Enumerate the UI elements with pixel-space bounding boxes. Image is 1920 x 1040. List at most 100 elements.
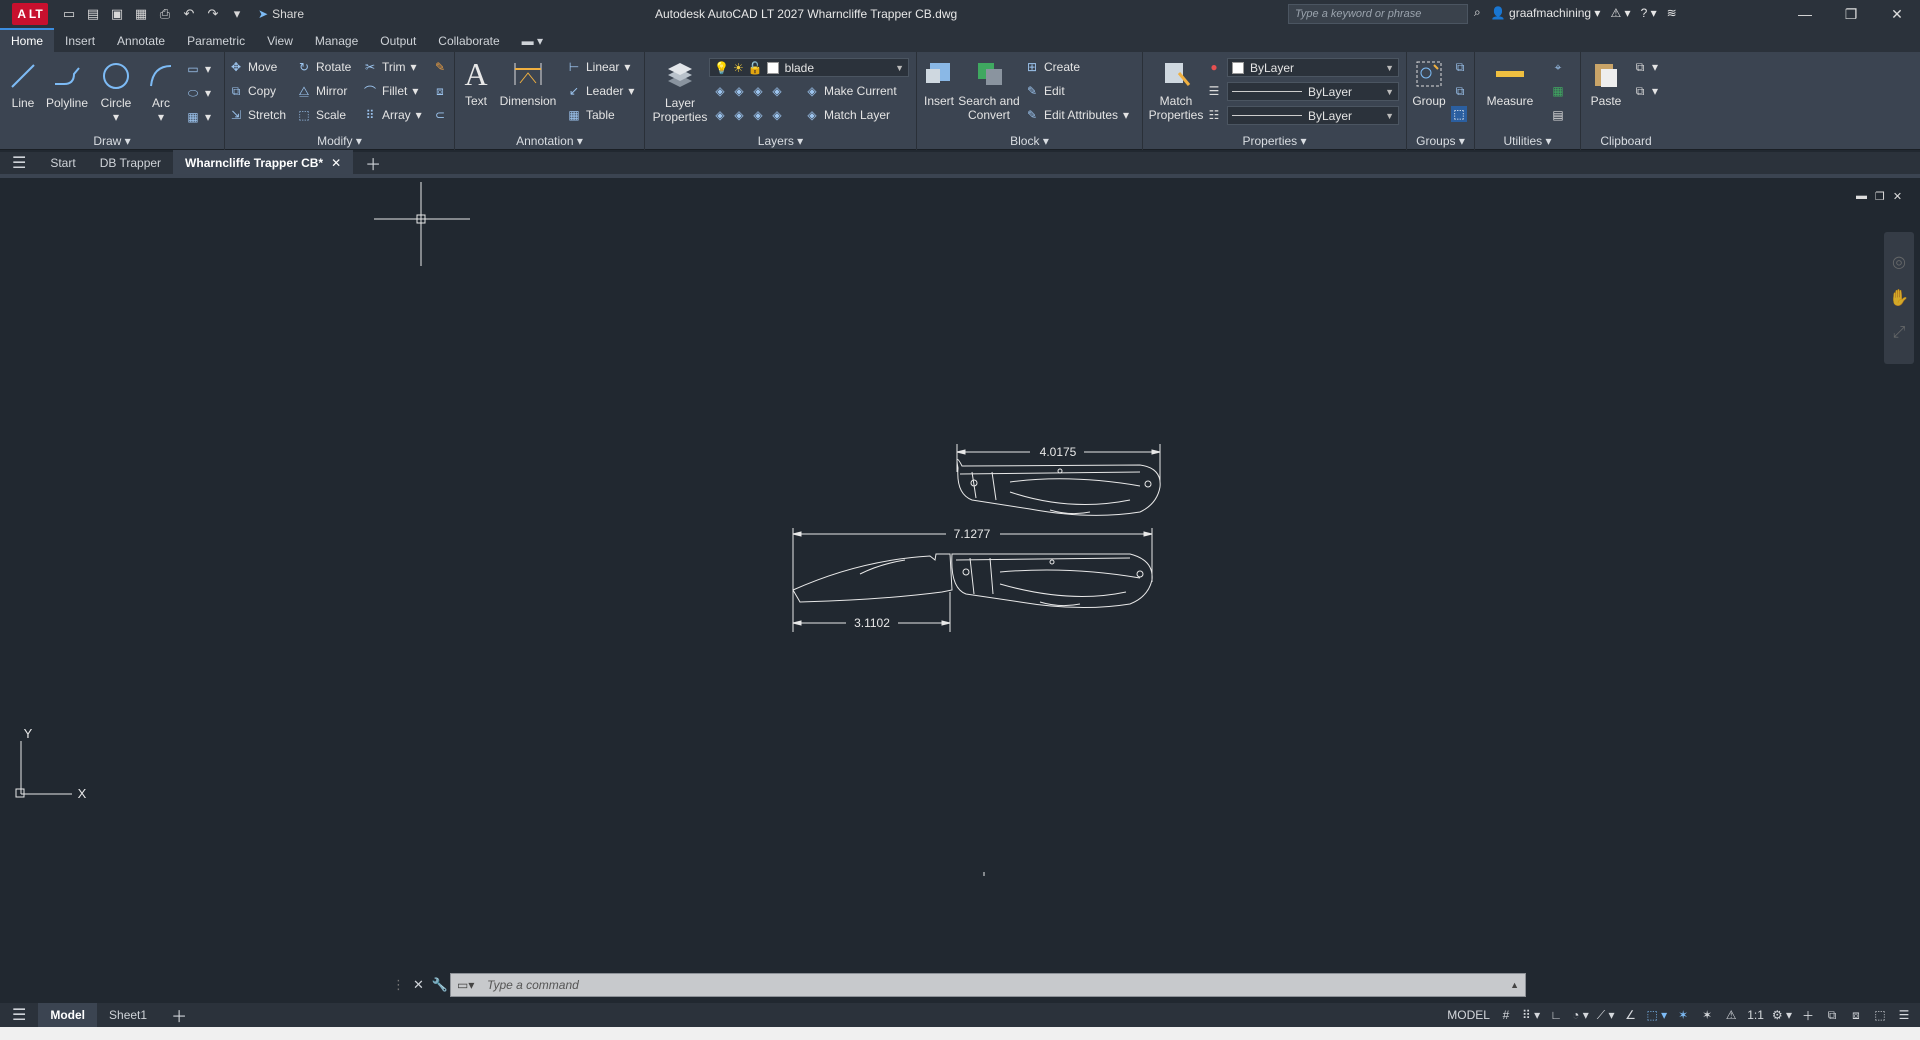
restore-icon[interactable]: ❐ — [1828, 0, 1874, 28]
hatch-tool[interactable]: ⬭ ▾ — [186, 86, 211, 101]
lineweight-dropdown[interactable]: ByLayer ▼ — [1227, 82, 1399, 101]
group-button[interactable]: Group — [1409, 58, 1449, 108]
layer-properties-button[interactable]: Layer Properties — [651, 60, 709, 124]
rotate-button[interactable]: ↻ Rotate — [297, 60, 351, 74]
table-button[interactable]: ▦ Table — [567, 108, 614, 122]
stay-connected-icon[interactable]: ≋ — [1667, 6, 1677, 20]
auto-scale-icon[interactable]: ✶ — [1699, 1006, 1715, 1024]
id-point-icon[interactable]: ⌖ — [1551, 60, 1565, 74]
snap-icon[interactable]: ⠿ ▾ — [1522, 1006, 1540, 1024]
viewport-restore-icon[interactable]: ❐ — [1875, 190, 1885, 203]
measure-button[interactable]: Measure — [1477, 58, 1543, 108]
layout-menu-icon[interactable]: ☰ — [0, 1003, 38, 1027]
copy-clip-icon[interactable]: ⧉ ▾ — [1633, 84, 1658, 99]
group-edit-icon[interactable]: ⧉ — [1453, 84, 1467, 98]
linear-dim-button[interactable]: ⊢ Linear ▾ — [567, 60, 631, 74]
scale-button[interactable]: ⬚ Scale — [297, 108, 346, 122]
group-select-icon[interactable]: ⬚ — [1451, 106, 1467, 122]
help-search-input[interactable]: Type a keyword or phrase — [1288, 4, 1468, 24]
new-file-icon[interactable]: ▭ — [60, 5, 78, 23]
ribbon-minimize-icon[interactable]: ▬ ▾ — [511, 30, 554, 52]
rectangle-tool[interactable]: ▭ ▾ — [186, 62, 211, 76]
layout-tab-model[interactable]: Model — [38, 1003, 98, 1027]
new-layout-button[interactable]: ＋ — [159, 1003, 199, 1027]
erase-button[interactable]: ✎ — [433, 60, 447, 74]
text-button[interactable]: A Text — [461, 58, 491, 108]
annotation-scale-icon[interactable]: ⚠ — [1723, 1006, 1739, 1024]
command-prompt-icon[interactable]: ▭▾ — [457, 978, 474, 992]
command-history-icon[interactable]: ▲ — [1510, 980, 1519, 990]
arc-button[interactable]: Arc ▾ — [144, 60, 178, 124]
application-menu-button[interactable]: A LT — [12, 3, 48, 25]
steering-wheel-icon[interactable]: ◎ — [1884, 252, 1914, 272]
dimension-button[interactable]: Dimension — [497, 58, 559, 108]
tab-manage[interactable]: Manage — [304, 30, 369, 52]
tab-parametric[interactable]: Parametric — [176, 30, 256, 52]
stretch-button[interactable]: ⇲ Stretch — [229, 108, 286, 122]
tab-home[interactable]: Home — [0, 28, 55, 52]
insert-block-button[interactable]: Insert — [921, 58, 957, 108]
fillet-button[interactable]: ⌒ Fillet ▾ — [363, 84, 418, 99]
zoom-extents-icon[interactable]: ⤢ — [1884, 324, 1914, 342]
linetype-icon[interactable]: ☷ — [1207, 108, 1221, 122]
save-icon[interactable]: ▣ — [108, 5, 126, 23]
viewport-minimize-icon[interactable]: ▬ — [1856, 190, 1867, 203]
layer-tools-row-2[interactable]: ◈ ◈ ◈ ◈ — [713, 108, 784, 122]
move-button[interactable]: ✥ Move — [229, 60, 277, 74]
match-layer-button[interactable]: ◈ Match Layer — [805, 108, 890, 122]
polyline-button[interactable]: Polyline — [42, 60, 92, 110]
layout-tab-sheet1[interactable]: Sheet1 — [97, 1003, 159, 1027]
command-grip-icon[interactable]: ⋮ — [392, 977, 405, 993]
new-tab-button[interactable]: ＋ — [353, 150, 393, 176]
make-current-button[interactable]: ◈ Make Current — [805, 84, 896, 98]
object-snap-icon[interactable]: ⬚ ▾ — [1646, 1006, 1667, 1024]
search-convert-button[interactable]: Search and Convert — [957, 58, 1021, 122]
color-dropdown[interactable]: ByLayer ▼ — [1227, 58, 1399, 77]
units-icon[interactable]: ⧉ — [1824, 1006, 1840, 1024]
help-icon[interactable]: ? ▾ — [1641, 6, 1657, 20]
lineweight-icon[interactable]: ☰ — [1207, 84, 1221, 98]
color-wheel-icon[interactable]: ● — [1207, 60, 1221, 74]
panel-title-layers[interactable]: Layers ▾ — [645, 134, 916, 148]
ortho-icon[interactable]: ∟ — [1548, 1006, 1564, 1024]
panel-title-draw[interactable]: Draw ▾ — [0, 134, 224, 148]
command-close-icon[interactable]: ✕ — [413, 977, 424, 993]
panel-title-properties[interactable]: Properties ▾ — [1143, 134, 1406, 148]
panel-title-annotation[interactable]: Annotation ▾ — [455, 134, 644, 148]
paste-button[interactable]: Paste — [1585, 58, 1627, 108]
doc-tab-db-trapper[interactable]: DB Trapper — [88, 150, 173, 176]
start-menu-icon[interactable]: ☰ — [0, 150, 38, 176]
trim-button[interactable]: ✂ Trim ▾ — [363, 60, 417, 74]
create-block-button[interactable]: ⊞ Create — [1025, 60, 1080, 74]
panel-title-utilities[interactable]: Utilities ▾ — [1475, 134, 1580, 148]
search-icon[interactable]: ⌕ — [1474, 5, 1481, 20]
line-button[interactable]: Line — [6, 60, 40, 110]
customization-icon[interactable]: ☰ — [1896, 1006, 1912, 1024]
undo-icon[interactable]: ↶ — [180, 5, 198, 23]
isolate-objects-icon[interactable]: ⧈ — [1848, 1006, 1864, 1024]
circle-button[interactable]: Circle ▾ — [96, 60, 136, 124]
print-icon[interactable]: ⎙ — [156, 5, 174, 23]
close-tab-icon[interactable]: ✕ — [331, 156, 341, 170]
doc-tab-start[interactable]: Start — [38, 150, 87, 176]
open-folder-icon[interactable]: ▤ — [84, 5, 102, 23]
copy-button[interactable]: ⧉ Copy — [229, 84, 276, 99]
match-properties-button[interactable]: Match Properties — [1147, 58, 1205, 122]
command-input[interactable]: ▭▾ Type a command ▲ — [450, 973, 1526, 997]
viewport-close-icon[interactable]: ✕ — [1893, 190, 1902, 203]
tab-insert[interactable]: Insert — [54, 30, 106, 52]
qat-dropdown-icon[interactable]: ▾ — [228, 5, 246, 23]
edit-attributes-button[interactable]: ✎ Edit Attributes ▾ — [1025, 108, 1129, 122]
minimize-icon[interactable]: — — [1782, 0, 1828, 28]
annotation-visibility-icon[interactable]: ✶ — [1675, 1006, 1691, 1024]
leader-button[interactable]: ↙ Leader ▾ — [567, 84, 634, 98]
object-snap-tracking-icon[interactable]: ∠ — [1622, 1006, 1638, 1024]
save-as-icon[interactable]: ▦ — [132, 5, 150, 23]
tab-annotate[interactable]: Annotate — [106, 30, 176, 52]
mirror-button[interactable]: ⧋ Mirror — [297, 84, 348, 99]
ungroup-icon[interactable]: ⧉ — [1453, 60, 1467, 74]
calculator-icon[interactable]: ▤ — [1551, 108, 1565, 122]
isodraft-icon[interactable]: ⟋ ▾ — [1597, 1006, 1615, 1024]
layer-dropdown[interactable]: 💡 ☀ 🔓 blade ▼ — [709, 58, 909, 77]
close-icon[interactable]: ✕ — [1874, 0, 1920, 28]
